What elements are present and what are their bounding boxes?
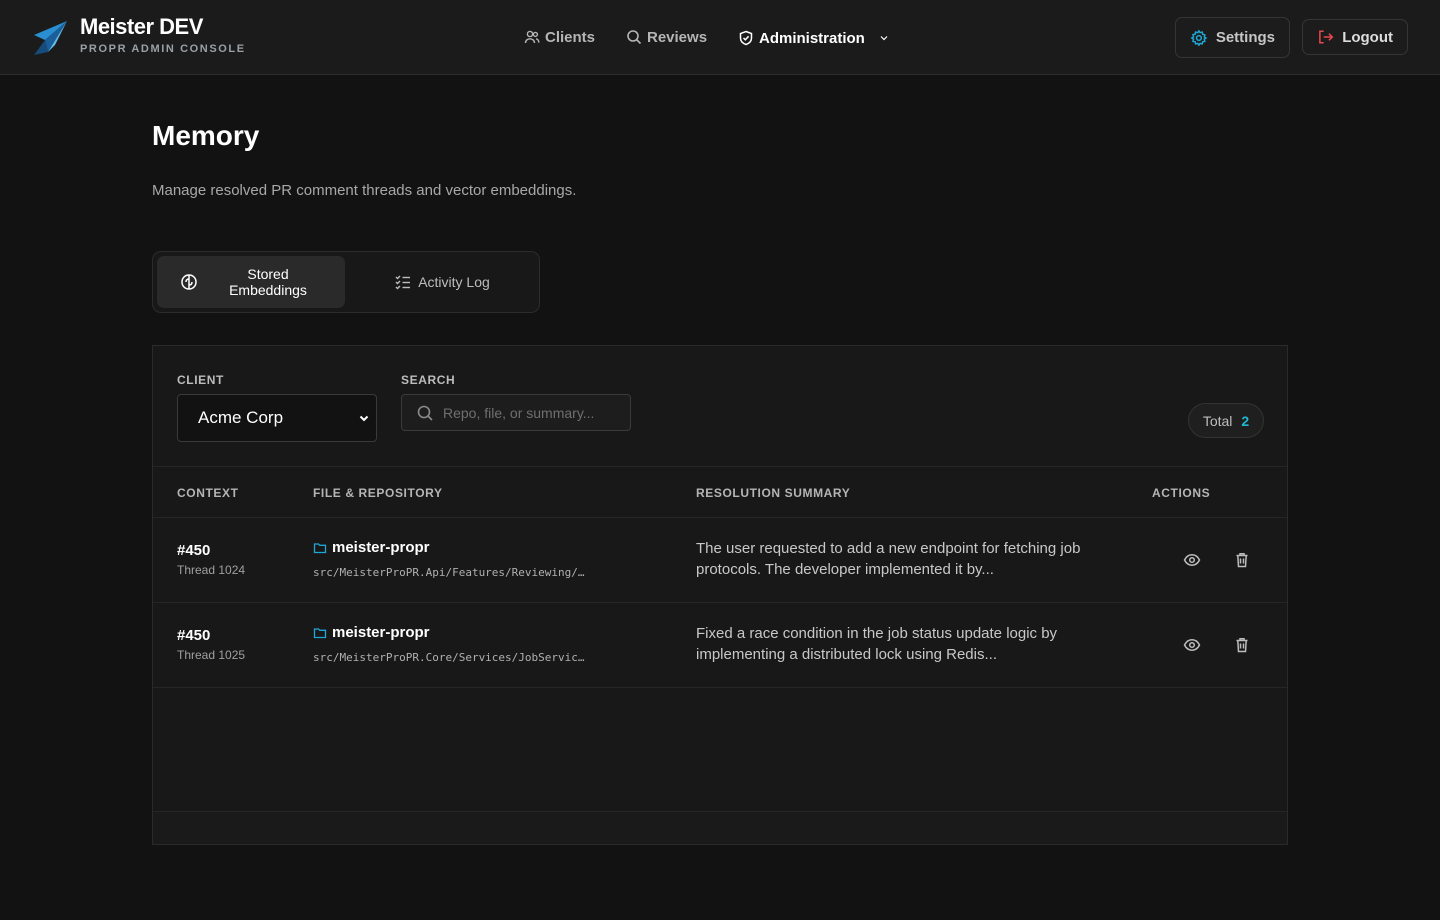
brain-icon [181,274,197,290]
total-label: Total [1202,412,1233,429]
nav-reviews[interactable]: Reviews [626,26,707,48]
total-count-badge: Total 2 [1188,403,1264,438]
paper-plane-logo-icon [34,21,67,55]
client-select[interactable]: Acme Corp [177,394,377,442]
tab-stored-embeddings[interactable]: Stored Embeddings [157,256,345,308]
pr-number: #450 [177,627,211,644]
resolution-summary: Fixed a race condition in the job status… [696,625,1058,663]
repository-name: meister-propr [332,624,430,641]
column-header-context: CONTEXT [177,486,239,500]
eye-icon[interactable] [1183,636,1201,654]
resolution-summary: The user requested to add a new endpoint… [696,540,1081,578]
eye-icon[interactable] [1183,551,1201,569]
search-input[interactable] [443,404,623,421]
view-tabs: Stored Embeddings Activity Log [152,251,540,313]
folder-icon [313,627,327,638]
trash-icon[interactable] [1233,551,1251,569]
tab-activity-log-label: Activity Log [418,274,490,290]
column-header-actions: ACTIONS [1152,486,1211,500]
pr-number: #450 [177,542,211,559]
gear-icon [1190,29,1208,46]
client-filter-label: CLIENT [177,373,224,387]
page-description: Manage resolved PR comment threads and v… [152,182,577,199]
logout-button[interactable]: Logout [1302,19,1408,55]
nav-administration-label: Administration [759,29,865,47]
page-title: Memory [152,120,260,151]
top-navigation-bar: Meister DEV PROPR ADMIN CONSOLE Clients … [0,0,1440,75]
repository: meister-propr [313,539,430,556]
nav-reviews-label: Reviews [647,28,708,46]
search-icon [417,405,433,421]
nav-clients[interactable]: Clients [524,26,595,48]
column-header-file-repository: FILE & REPOSITORY [313,486,443,500]
tab-stored-embeddings-label: Stored Embeddings [229,266,307,298]
file-path: src/MeisterProPR.Api/Features/Reviewing/… [313,566,585,579]
file-path: src/MeisterProPR.Core/Services/JobServic… [313,651,585,664]
table-footer [153,811,1287,844]
list-checks-icon [395,275,411,290]
nav-administration-dropdown[interactable]: Administration [738,27,890,49]
repository-name: meister-propr [332,539,430,556]
client-select-value: Acme Corp [198,408,284,427]
tab-activity-log[interactable]: Activity Log [349,256,535,308]
brand-subtitle: PROPR ADMIN CONSOLE [80,43,246,55]
trash-icon[interactable] [1233,636,1251,654]
users-icon [524,30,540,44]
thread-id: Thread 1025 [177,648,246,662]
table-row: #450 Thread 1024 meister-propr src/Meist… [153,518,1287,603]
table-row: #450 Thread 1025 meister-propr src/Meist… [153,603,1287,688]
chevron-down-icon [359,415,369,422]
repository: meister-propr [313,624,430,641]
thread-id: Thread 1024 [177,563,246,577]
nav-clients-label: Clients [545,28,596,46]
table-header: CONTEXT FILE & REPOSITORY RESOLUTION SUM… [153,466,1287,518]
settings-label: Settings [1215,29,1275,46]
folder-icon [313,542,327,553]
settings-button[interactable]: Settings [1175,17,1290,58]
chevron-down-icon [880,36,888,41]
brand-title: Meister DEV [80,14,203,39]
total-value: 2 [1241,412,1250,429]
search-filter-label: SEARCH [401,373,456,387]
logout-icon [1319,30,1334,44]
embeddings-card: CLIENT Acme Corp SEARCH Total 2 CONTEXT … [152,345,1288,845]
column-header-resolution-summary: RESOLUTION SUMMARY [696,486,851,500]
logout-label: Logout [1342,28,1393,46]
search-icon [627,30,642,45]
shield-check-icon [739,30,753,46]
search-field[interactable] [401,394,631,431]
